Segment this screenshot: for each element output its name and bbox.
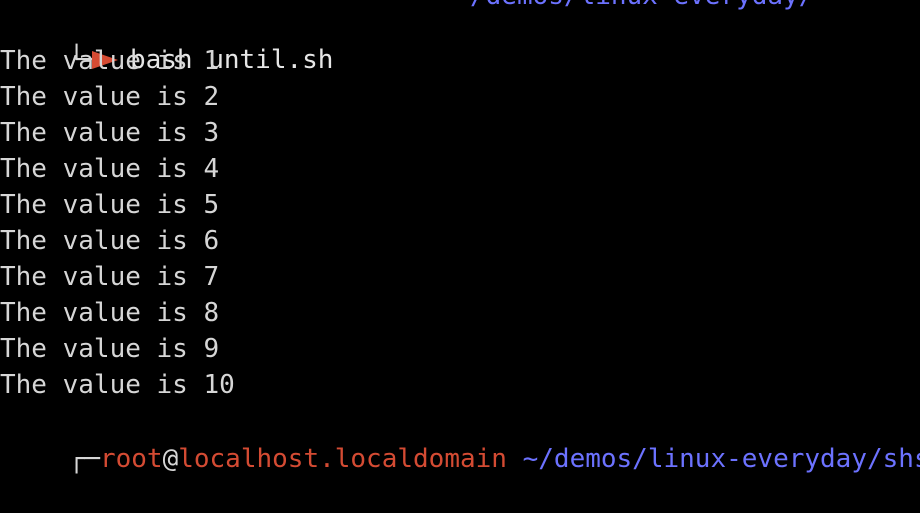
previous-cwd-partial: /demos/linux-everyday/	[470, 0, 814, 14]
output-line: The value is 1	[0, 46, 220, 76]
previous-prompt-line: └─ bash until.sh	[0, 6, 334, 75]
output-line: The value is 4	[0, 154, 220, 184]
output-line: The value is 10	[0, 370, 235, 400]
terminal-window[interactable]: /demos/linux-everyday/ └─bash until.sh T…	[0, 0, 920, 474]
output-line: The value is 7	[0, 262, 220, 292]
output-line: The value is 8	[0, 298, 220, 328]
output-line: The value is 9	[0, 334, 220, 364]
output-line: The value is 3	[0, 118, 220, 148]
output-line: The value is 2	[0, 82, 220, 112]
output-line: The value is 5	[0, 190, 220, 220]
prompt-at: @	[162, 444, 179, 474]
prompt-host: localhost.localdomain	[178, 444, 507, 474]
output-line: The value is 6	[0, 226, 220, 256]
prompt-user: root	[99, 444, 163, 474]
prompt-cwd: ~/demos/linux-everyday/shs	[522, 444, 920, 474]
prompt-tree-start: ┌─	[68, 444, 100, 474]
